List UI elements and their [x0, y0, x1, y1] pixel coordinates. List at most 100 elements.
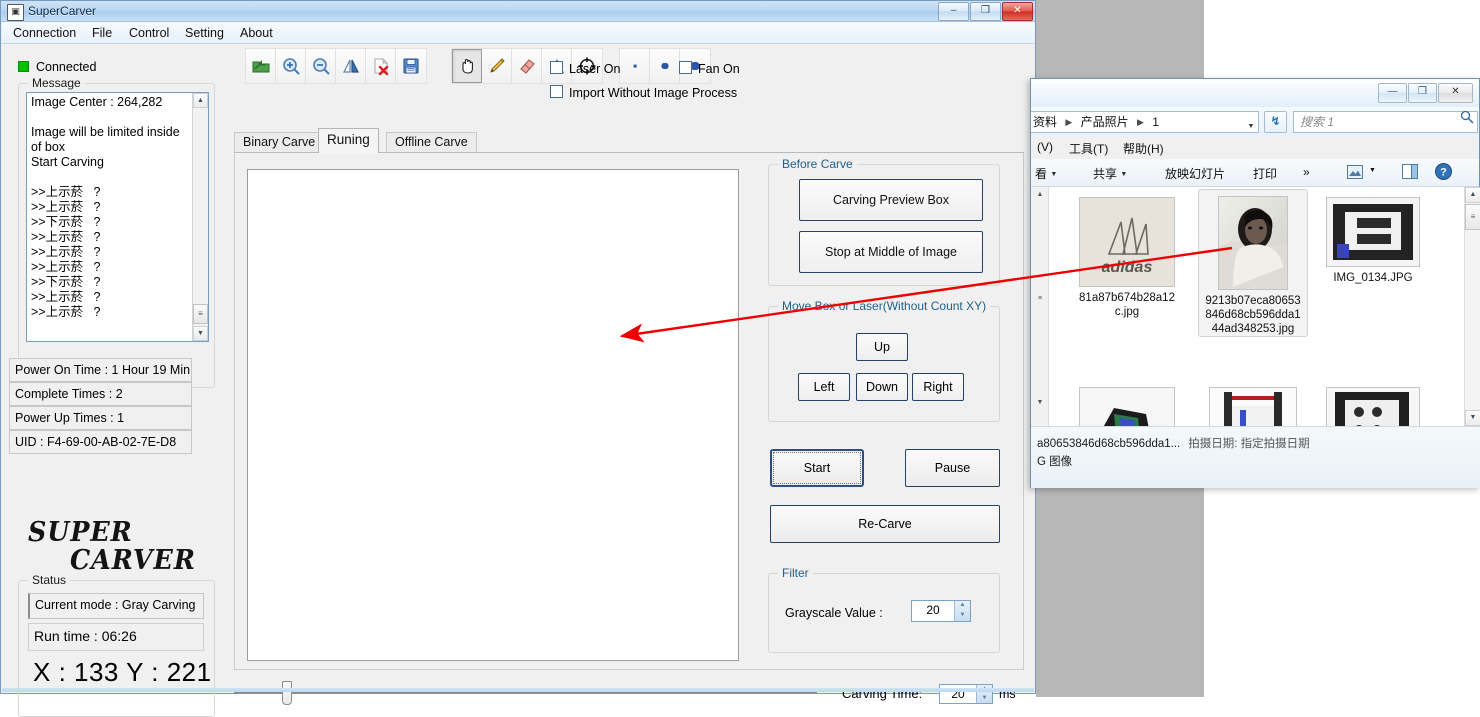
menu-about[interactable]: About: [235, 25, 278, 41]
import-without-image-process-checkbox-box[interactable]: [550, 85, 563, 98]
file-scroll-up-icon[interactable]: ▲: [1465, 187, 1480, 203]
maximize-button[interactable]: ❐: [970, 2, 1001, 21]
grayscale-value-stepper[interactable]: 20 ▲ ▼: [911, 600, 971, 622]
file-tile-adidas[interactable]: adidas 81a87b674b28a12c.jpg: [1072, 191, 1182, 319]
preview-pane-dropdown-icon[interactable]: ▼: [1369, 167, 1376, 174]
minimize-button[interactable]: –: [938, 2, 969, 21]
explorer-navigation-pane[interactable]: ▲ ≡ ▼: [1031, 187, 1049, 426]
breadcrumb-separator-icon: ▶: [1065, 117, 1073, 127]
start-button[interactable]: Start: [770, 449, 864, 487]
file-tile-row2-2[interactable]: [1198, 381, 1308, 426]
file-tile-row2-1[interactable]: [1072, 381, 1182, 426]
grayscale-down-icon[interactable]: ▼: [955, 611, 970, 621]
start-button-focus-ring: [773, 452, 861, 484]
tab-runing[interactable]: Runing: [318, 128, 379, 153]
menu-control[interactable]: Control: [124, 25, 174, 41]
move-right-button[interactable]: Right: [912, 373, 964, 401]
toolbar-overflow-button[interactable]: »: [1303, 165, 1310, 179]
carving-slider-thumb[interactable]: [282, 681, 292, 705]
refresh-icon[interactable]: ↯: [1264, 111, 1287, 133]
grayscale-value-input[interactable]: 20: [912, 601, 954, 621]
fan-on-checkbox-box[interactable]: [679, 61, 692, 74]
toolbar-print-button[interactable]: 打印: [1253, 165, 1277, 182]
file-scrollbar-thumb[interactable]: ≡: [1465, 204, 1480, 230]
carving-preview-box-button[interactable]: Carving Preview Box: [799, 179, 983, 221]
message-scrollbar[interactable]: ▲ ≡ ▼: [192, 93, 208, 341]
svg-text:adidas: adidas: [1102, 259, 1153, 276]
message-group-title: Message: [28, 76, 85, 90]
carving-time-down-icon[interactable]: ▼: [977, 694, 992, 703]
breadcrumb-item-0[interactable]: 资料: [1033, 115, 1057, 129]
import-without-image-process-checkbox[interactable]: Import Without Image Process: [550, 85, 737, 100]
brush-size-small-icon[interactable]: [620, 49, 650, 83]
explorer-close-button[interactable]: ✕: [1438, 83, 1473, 103]
explorer-menu-tools[interactable]: 工具(T): [1069, 140, 1108, 157]
file-scroll-down-icon[interactable]: ▼: [1465, 410, 1480, 426]
pan-hand-icon[interactable]: [452, 49, 482, 83]
fan-on-checkbox[interactable]: Fan On: [679, 61, 740, 76]
toolbar-view-button[interactable]: 看 ▼: [1035, 165, 1057, 182]
scroll-down-icon[interactable]: ▼: [193, 326, 208, 341]
explorer-minimize-button[interactable]: —: [1378, 83, 1407, 103]
file-tile-row2-3[interactable]: [1318, 381, 1428, 426]
toolbar-slideshow-button[interactable]: 放映幻灯片: [1165, 165, 1225, 182]
laser-on-checkbox-box[interactable]: [550, 61, 563, 74]
toolbar-share-button[interactable]: 共享 ▼: [1093, 165, 1127, 182]
save-icon[interactable]: [396, 49, 426, 83]
explorer-addressbar: 资料 ▶ 产品照片 ▶ 1 ▼ ↯ 搜索 1: [1031, 107, 1479, 137]
pencil-icon[interactable]: [482, 49, 512, 83]
file-tile-img0134[interactable]: IMG_0134.JPG: [1318, 191, 1428, 285]
grayscale-value-arrows[interactable]: ▲ ▼: [954, 601, 970, 621]
explorer-window: — ❐ ✕ 资料 ▶ 产品照片 ▶ 1 ▼ ↯ 搜索 1 (V) 工具(T) 帮…: [1030, 78, 1480, 488]
menu-setting[interactable]: Setting: [180, 25, 229, 41]
eraser-icon[interactable]: [512, 49, 542, 83]
close-button[interactable]: ✕: [1002, 2, 1033, 21]
preview-pane-icon[interactable]: [1347, 165, 1363, 179]
explorer-details-pane: a80653846d68cb596dda1... 拍摄日期: 指定拍摄日期 G 图…: [1031, 426, 1480, 488]
carving-slider-track[interactable]: [234, 692, 817, 694]
explorer-menu-view[interactable]: (V): [1037, 140, 1053, 154]
nav-scroll-down-icon[interactable]: ▼: [1035, 399, 1045, 409]
scroll-up-icon[interactable]: ▲: [193, 93, 208, 108]
scrollbar-thumb[interactable]: ≡: [193, 304, 208, 324]
carving-time-stepper[interactable]: 20 ▲ ▼: [939, 684, 993, 704]
laser-on-checkbox[interactable]: Laser On: [550, 61, 620, 76]
help-icon[interactable]: ?: [1435, 163, 1452, 180]
menu-connection[interactable]: Connection: [8, 25, 81, 41]
file-tile-portrait[interactable]: 9213b07eca80653846d68cb596dda144ad348253…: [1198, 189, 1308, 337]
menu-file[interactable]: File: [87, 25, 117, 41]
explorer-maximize-button[interactable]: ❐: [1408, 83, 1437, 103]
message-log-box[interactable]: Image Center : 264,282 Image will be lim…: [26, 92, 209, 342]
before-carve-group-title: Before Carve: [778, 157, 857, 171]
zoom-in-icon[interactable]: [276, 49, 306, 83]
file-area-scrollbar[interactable]: ▲ ≡ ▼: [1464, 187, 1480, 426]
grayscale-up-icon[interactable]: ▲: [955, 601, 970, 611]
tab-offline-carve[interactable]: Offline Carve: [386, 132, 477, 153]
breadcrumb[interactable]: 资料 ▶ 产品照片 ▶ 1 ▼: [1031, 111, 1259, 133]
layout-pane-icon[interactable]: [1402, 164, 1418, 179]
tab-binary-carve[interactable]: Binary Carve: [234, 132, 325, 153]
nav-handle-icon[interactable]: ≡: [1035, 295, 1045, 305]
explorer-menu-help[interactable]: 帮助(H): [1123, 140, 1164, 157]
move-left-button[interactable]: Left: [798, 373, 850, 401]
logo-carver-text: CARVER: [70, 545, 196, 576]
flip-image-icon[interactable]: [336, 49, 366, 83]
zoom-out-icon[interactable]: [306, 49, 336, 83]
delete-file-icon[interactable]: [366, 49, 396, 83]
breadcrumb-item-2[interactable]: 1: [1152, 115, 1159, 129]
stop-at-middle-of-image-button[interactable]: Stop at Middle of Image: [799, 231, 983, 273]
move-up-button[interactable]: Up: [856, 333, 908, 361]
breadcrumb-dropdown-icon[interactable]: ▼: [1243, 117, 1258, 132]
nav-scroll-up-icon[interactable]: ▲: [1035, 191, 1045, 201]
run-time-value: Run time : 06:26: [28, 623, 204, 651]
pause-button[interactable]: Pause: [905, 449, 1000, 487]
carving-canvas[interactable]: [247, 169, 739, 661]
breadcrumb-item-1[interactable]: 产品照片: [1081, 115, 1129, 129]
open-file-icon[interactable]: [246, 49, 276, 83]
search-input[interactable]: 搜索 1: [1293, 111, 1478, 133]
re-carve-button[interactable]: Re-Carve: [770, 505, 1000, 543]
brush-size-medium-icon[interactable]: [650, 49, 680, 83]
client-area: Connected Message Image Center : 264,282…: [2, 45, 1034, 717]
connection-status-label: Connected: [36, 59, 97, 74]
move-down-button[interactable]: Down: [856, 373, 908, 401]
